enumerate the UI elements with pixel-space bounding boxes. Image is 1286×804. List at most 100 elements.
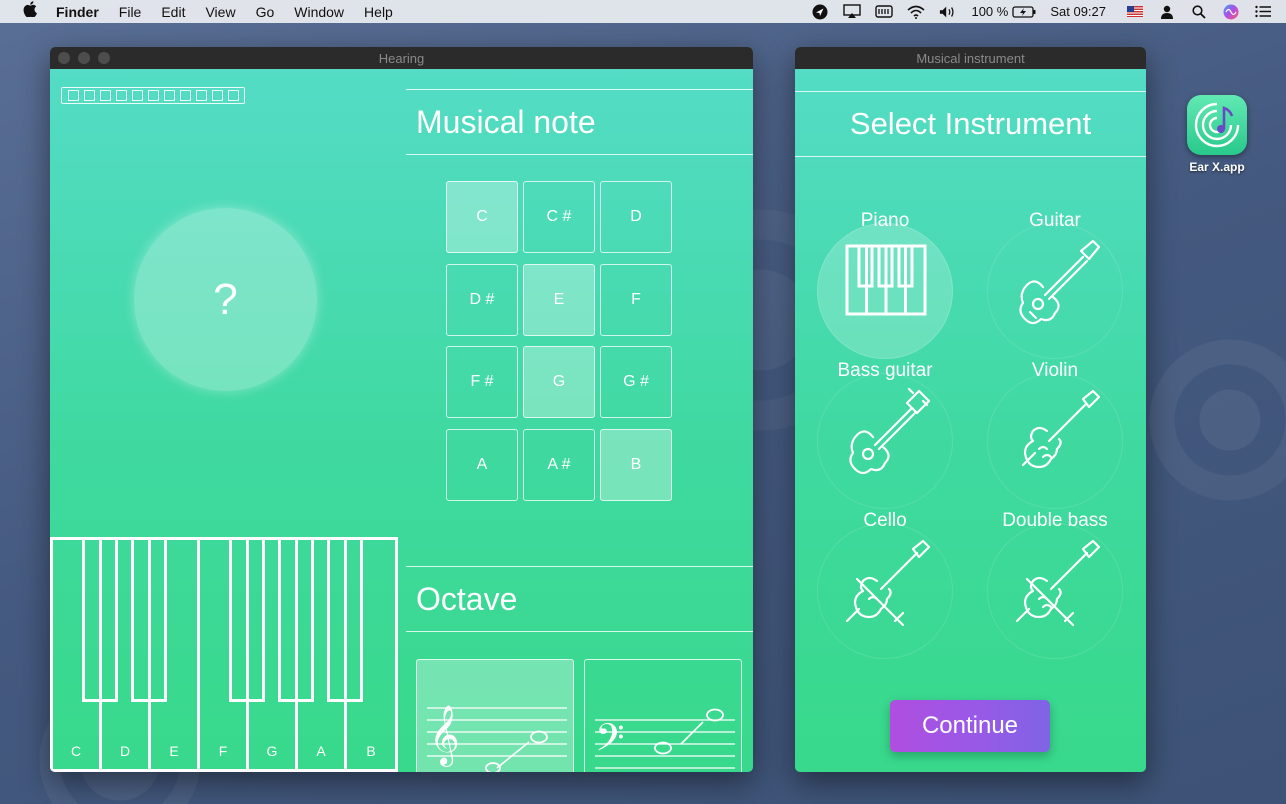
menu-app-name[interactable]: Finder (56, 4, 99, 20)
piano-key-label: B (366, 743, 376, 759)
select-instrument-heading: Select Instrument (849, 106, 1092, 141)
user-icon[interactable] (1158, 5, 1176, 19)
double-bass-icon (1015, 539, 1101, 627)
instrument-name: Violin (1031, 360, 1079, 381)
piano-key-f-sharp[interactable] (229, 540, 265, 702)
musical-note-heading: Musical note (416, 103, 596, 140)
location-icon[interactable] (811, 4, 829, 19)
hearing-window: Hearing ? Musical note C C # D D # E F F… (50, 47, 753, 772)
svg-text:𝄞: 𝄞 (429, 705, 460, 767)
note-grid: C C # D D # E F F # G G # A A # B (446, 181, 672, 501)
menu-edit[interactable]: Edit (161, 4, 185, 20)
note-button-f[interactable]: F (600, 263, 672, 336)
note-button-g-sharp[interactable]: G # (600, 346, 672, 418)
progress-box (115, 90, 127, 101)
volume-icon[interactable] (939, 5, 957, 19)
piano-key-label: F (218, 743, 228, 759)
instrument-double-bass[interactable]: Double bass (985, 509, 1125, 659)
note-button-a[interactable]: A (446, 428, 518, 501)
piano-key-label: G (266, 743, 278, 759)
instrument-titlebar[interactable]: Musical instrument (795, 47, 1146, 69)
progress-box (67, 90, 79, 101)
apple-menu-icon[interactable] (20, 1, 40, 22)
window-title: Musical instrument (916, 50, 1025, 66)
guitar-icon (1019, 239, 1101, 325)
instrument-violin[interactable]: Violin (985, 359, 1125, 509)
ear-x-app-icon (1187, 95, 1247, 155)
note-button-c[interactable]: C (446, 181, 518, 253)
menu-window[interactable]: Window (294, 4, 344, 20)
play-sound-button[interactable]: ? (134, 208, 317, 391)
siri-icon[interactable] (1222, 4, 1240, 19)
wifi-icon[interactable] (907, 5, 925, 19)
progress-box (211, 90, 223, 101)
piano-key-label: C (70, 743, 82, 759)
notification-center-icon[interactable] (1254, 5, 1272, 19)
progress-box (131, 90, 143, 101)
note-button-g[interactable]: G (523, 346, 595, 418)
airplay-icon[interactable] (843, 4, 862, 19)
piano-key-d-sharp[interactable] (131, 540, 167, 702)
instrument-bass-guitar[interactable]: Bass guitar (815, 359, 955, 509)
select-instrument-title: Select Instrument (795, 91, 1146, 157)
instrument-name: Double bass (1002, 510, 1108, 531)
piano-key-a-sharp[interactable] (327, 540, 363, 702)
question-mark: ? (213, 274, 238, 324)
menu-view[interactable]: View (205, 4, 235, 20)
instrument-name: Guitar (1029, 210, 1081, 231)
note-button-d-sharp[interactable]: D # (446, 263, 518, 336)
note-button-d[interactable]: D (600, 181, 672, 253)
instrument-name: Piano (860, 210, 910, 231)
svg-text:𝄢: 𝄢 (595, 715, 625, 769)
battery-icon[interactable] (1012, 5, 1036, 19)
octave-title: Octave (406, 566, 753, 632)
progress-box (179, 90, 191, 101)
menu-help[interactable]: Help (364, 4, 393, 20)
spotlight-search-icon[interactable] (1190, 4, 1208, 19)
piano-key-g-sharp[interactable] (278, 540, 314, 702)
musical-note-title: Musical note (406, 89, 753, 155)
progress-box (147, 90, 159, 101)
hearing-titlebar[interactable]: Hearing (50, 47, 753, 69)
instrument-cello[interactable]: Cello (815, 509, 955, 659)
menu-file[interactable]: File (119, 4, 142, 20)
zoom-window-button[interactable] (98, 52, 110, 64)
treble-clef-card[interactable]: 𝄞 (416, 659, 574, 772)
ear-x-app-desktop-icon[interactable]: Ear X.app (1186, 95, 1248, 174)
progress-box (99, 90, 111, 101)
battery-percent: 100 % (971, 4, 1009, 19)
progress-box (83, 90, 95, 101)
keyboard-icon[interactable] (875, 5, 894, 19)
progress-box (163, 90, 175, 101)
instrument-guitar[interactable]: Guitar (985, 209, 1125, 359)
note-button-e[interactable]: E (523, 263, 595, 336)
window-title: Hearing (378, 50, 425, 66)
minimize-window-button[interactable] (78, 52, 90, 64)
clock[interactable]: Sat 09:27 (1050, 4, 1106, 19)
menu-bar: Finder File Edit View Go Window Help 100… (0, 0, 1286, 23)
flag-us-icon[interactable] (1126, 5, 1144, 19)
note-button-f-sharp[interactable]: F # (446, 346, 518, 418)
continue-button[interactable]: Continue (890, 700, 1050, 752)
piano-keyboard: C D E F G A B (50, 537, 398, 772)
close-window-button[interactable] (58, 52, 70, 64)
piano-key-label: D (119, 743, 131, 759)
progress-box (195, 90, 207, 101)
violin-icon (1021, 389, 1101, 469)
note-button-b[interactable]: B (600, 428, 672, 501)
instrument-piano[interactable]: Piano (815, 209, 955, 359)
bass-clef-card[interactable]: 𝄢 (584, 659, 742, 772)
piano-icon (845, 244, 927, 316)
piano-key-c-sharp[interactable] (82, 540, 118, 702)
menu-go[interactable]: Go (256, 4, 275, 20)
bass-clef-icon: 𝄢 (595, 708, 735, 769)
note-button-a-sharp[interactable]: A # (523, 428, 595, 501)
treble-clef-icon: 𝄞 (427, 705, 567, 772)
app-icon-label: Ear X.app (1189, 160, 1245, 174)
bass-guitar-icon (849, 387, 931, 475)
octave-heading: Octave (416, 580, 518, 617)
progress-box (227, 90, 239, 101)
piano-key-label: A (316, 743, 326, 759)
note-button-c-sharp[interactable]: C # (523, 181, 595, 253)
piano-key-label: E (169, 743, 179, 759)
